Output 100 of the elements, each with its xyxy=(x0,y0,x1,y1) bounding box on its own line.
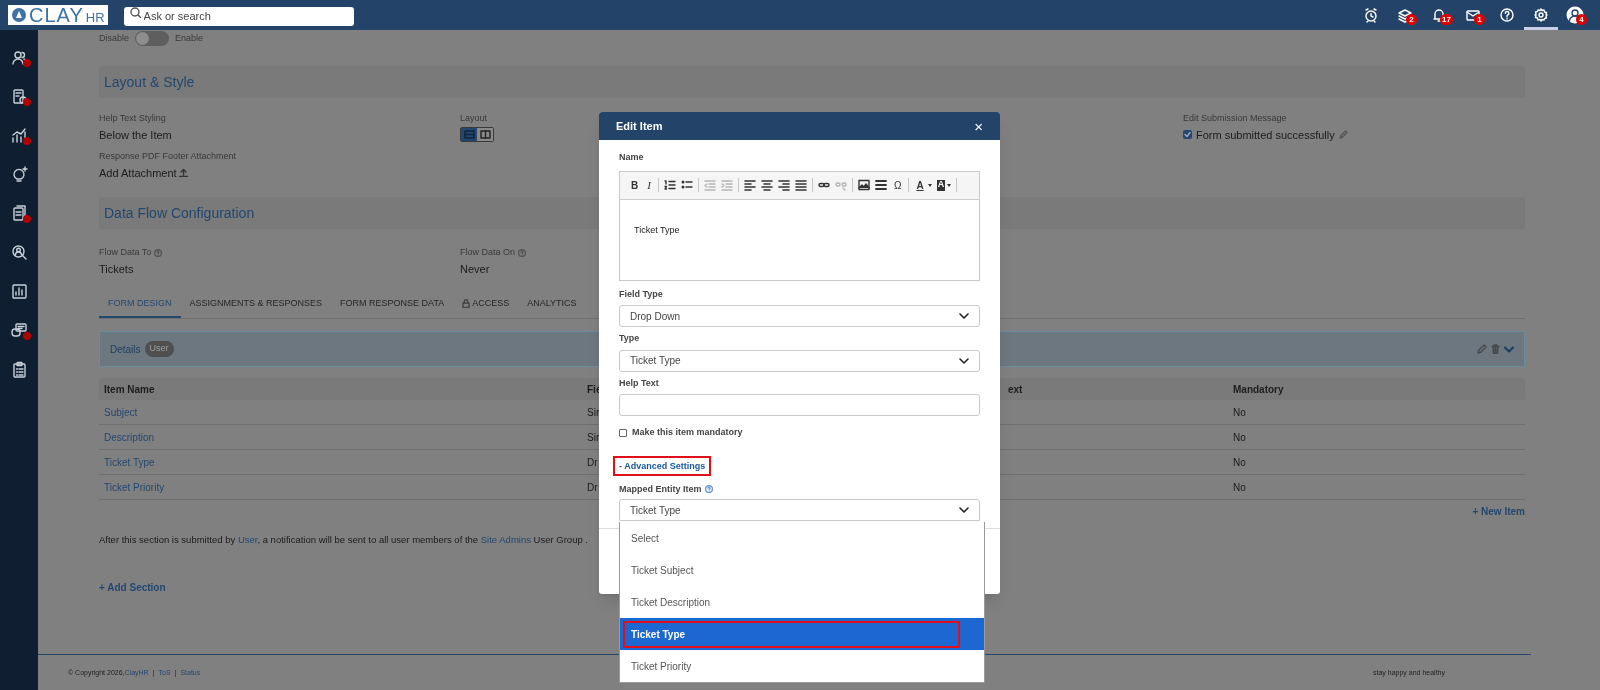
table-cell: No xyxy=(1233,406,1246,418)
align-right-icon[interactable] xyxy=(777,179,790,191)
help-text-field[interactable] xyxy=(619,394,980,416)
justify-icon[interactable] xyxy=(794,179,807,191)
field-label: Mapped Entity Item xyxy=(619,482,702,496)
background-color-button[interactable]: A xyxy=(936,179,946,191)
chevron-down-icon xyxy=(959,357,969,364)
help-icon xyxy=(1499,7,1515,23)
checkbox[interactable] xyxy=(619,428,627,437)
dropdown-option[interactable]: Ticket Description xyxy=(620,586,984,618)
table-cell: Dr xyxy=(587,481,598,493)
field-label: Name xyxy=(619,151,645,164)
numbered-list-icon[interactable] xyxy=(663,179,676,191)
select-field[interactable]: Drop Down xyxy=(619,305,980,327)
field-label: Layout xyxy=(460,112,488,125)
advanced-settings-link[interactable]: - Advanced Settings xyxy=(613,455,712,476)
help-icon xyxy=(154,248,163,257)
alarm-clock-icon xyxy=(1363,7,1379,23)
select-field[interactable]: Ticket Type xyxy=(619,349,980,372)
search-icon xyxy=(129,7,141,18)
column-header: Mandatory xyxy=(1233,383,1284,395)
dropdown-option[interactable]: Ticket Subject xyxy=(620,554,984,586)
tab[interactable]: ASSIGNMENTS & RESPONSES xyxy=(180,296,332,318)
checkmark-icon xyxy=(1184,131,1191,139)
chart-icon xyxy=(10,126,28,144)
field-value: Tickets xyxy=(99,261,135,277)
toolbar-button[interactable]: 1 xyxy=(1456,0,1490,30)
special-character-button[interactable]: Ω xyxy=(891,178,904,192)
text-color-button[interactable]: A xyxy=(914,178,926,192)
toggle-label: Enable xyxy=(175,31,204,45)
logo[interactable]: CLAY HR xyxy=(8,5,108,25)
bars-icon xyxy=(10,282,28,300)
search-field[interactable]: Ask or search xyxy=(123,6,354,26)
role-badge: User xyxy=(144,341,174,357)
layout-option[interactable] xyxy=(477,127,493,141)
select-field[interactable]: Ticket Type xyxy=(619,499,980,521)
toolbar-button[interactable]: 17 xyxy=(1422,0,1456,30)
editor-text: Ticket Type xyxy=(634,224,680,235)
field-label: Flow Data On xyxy=(460,246,516,259)
tab[interactable]: ANALYTICS xyxy=(518,296,586,318)
bullet-list-icon[interactable] xyxy=(680,179,693,191)
close-button[interactable]: × xyxy=(974,118,983,134)
bold-button[interactable]: B xyxy=(629,178,641,192)
field-value: Form submitted successfully xyxy=(1196,127,1335,143)
dropdown-option[interactable]: Ticket Type xyxy=(620,618,984,650)
table-cell: No xyxy=(1233,431,1246,443)
chat-icon xyxy=(10,321,28,339)
table-cell: No xyxy=(1233,456,1246,468)
dropdown-option[interactable]: Ticket Priority xyxy=(620,650,984,682)
clipboard-icon xyxy=(10,360,28,378)
report-icon xyxy=(10,87,28,105)
field-label: Edit Submission Message xyxy=(1183,112,1287,125)
checkbox[interactable] xyxy=(1183,130,1192,140)
toggle-switch[interactable] xyxy=(135,31,169,46)
help-icon xyxy=(704,485,713,494)
sidebar-item[interactable] xyxy=(9,48,29,66)
lock-icon xyxy=(462,298,471,308)
tab[interactable]: ACCESS xyxy=(453,296,519,318)
section-title: Details xyxy=(110,342,141,357)
italic-button[interactable]: I xyxy=(645,178,653,192)
tab[interactable]: FORM RESPONSE DATA xyxy=(331,296,454,318)
chevron-down-icon xyxy=(959,507,969,513)
section-title: Layout & Style xyxy=(104,72,195,92)
avatar-button[interactable]: 4 xyxy=(1558,0,1592,30)
logo-text: CLAY xyxy=(29,5,84,25)
attachment-link[interactable]: Add Attachment xyxy=(99,164,177,181)
people-icon xyxy=(10,48,28,66)
horizontal-rule-icon[interactable] xyxy=(874,179,887,191)
field-label: Field Type xyxy=(619,287,664,301)
settings-icon xyxy=(1533,7,1549,23)
count-badge: 4 xyxy=(1576,14,1587,25)
dropdown-option[interactable]: Select xyxy=(620,522,984,554)
stack-icon xyxy=(1397,7,1413,23)
section-title: Data Flow Configuration xyxy=(104,203,255,223)
table-cell: No xyxy=(1233,481,1246,493)
field-value: Never xyxy=(460,261,491,277)
notification-text: After this section is submitted by User, a notification will be sent to all user members of the Site Admins User Group . xyxy=(99,533,588,547)
bulb-icon xyxy=(10,165,28,183)
align-left-icon[interactable] xyxy=(743,179,756,191)
rich-text-editor[interactable]: B I Ω A A Ticket Type xyxy=(619,170,980,281)
column-header: ext xyxy=(1008,383,1023,395)
toolbar-button[interactable]: 2 xyxy=(1388,0,1422,30)
dialog-title: Edit Item xyxy=(616,118,663,134)
find-icon xyxy=(10,243,28,261)
help-icon xyxy=(518,248,527,257)
sidebar-item[interactable] xyxy=(9,321,29,339)
toggle-label: Disable xyxy=(99,31,129,45)
align-center-icon[interactable] xyxy=(760,179,773,191)
chevron-down-icon xyxy=(959,313,969,319)
sidebar-item[interactable] xyxy=(9,126,29,144)
pencil-icon xyxy=(1338,130,1348,140)
logo-mark-icon xyxy=(11,7,27,23)
docs-icon xyxy=(10,204,28,222)
upload-icon xyxy=(178,168,188,178)
chevron-down-icon[interactable] xyxy=(1504,345,1514,353)
sidebar-item[interactable] xyxy=(9,243,29,261)
field-label: Help Text Styling xyxy=(99,112,166,125)
image-icon[interactable] xyxy=(857,179,870,191)
sidebar-item[interactable] xyxy=(9,282,29,300)
field-value: Below the Item xyxy=(99,127,173,143)
